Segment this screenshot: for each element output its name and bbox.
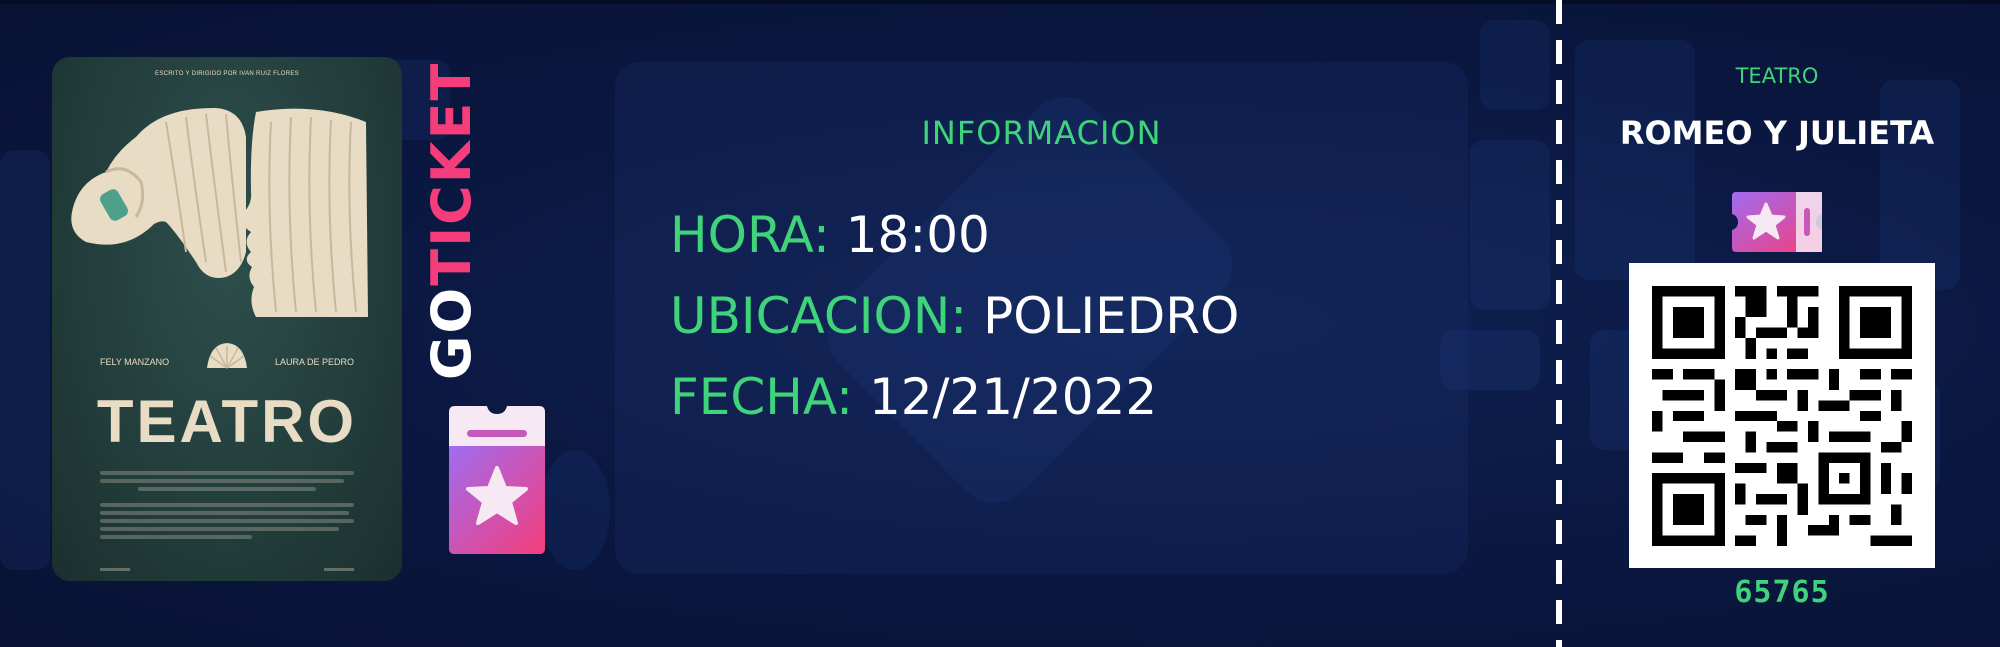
top-border [0, 0, 2000, 4]
info-row-fecha: FECHA: 12/21/2022 [670, 368, 1157, 426]
brand-logo: GOTICKET [417, 62, 487, 380]
bg-decoration [540, 450, 610, 570]
stub-event-title: ROMEO Y JULIETA [1619, 114, 1935, 152]
ticket-star-icon [1732, 192, 1822, 252]
info-title: INFORMACION [921, 114, 1162, 152]
qr-code [1629, 263, 1935, 568]
ticket-star-icon [449, 406, 545, 554]
bg-decoration [1470, 140, 1550, 310]
bg-decoration [1480, 20, 1550, 110]
info-value: POLIEDRO [983, 287, 1240, 345]
poster-actor-right: LAURA DE PEDRO [274, 357, 354, 367]
ticket-card: ESCRITO Y DIRIGIDO POR IVAN RUIZ FLORES … [0, 0, 2000, 647]
shell-icon [207, 343, 247, 369]
poster-footer [100, 568, 354, 571]
info-label: UBICACION: [670, 287, 968, 345]
qr-code-icon [1652, 286, 1912, 546]
poster-credit: ESCRITO Y DIRIGIDO POR IVAN RUIZ FLORES [155, 71, 299, 77]
stub-category: TEATRO [1735, 64, 1819, 88]
poster-title: TEATRO [96, 388, 358, 455]
bg-decoration [1880, 80, 1960, 290]
info-value: 18:00 [845, 206, 990, 264]
info-label: FECHA: [670, 368, 854, 426]
info-label: HORA: [670, 206, 830, 264]
brand-part-ticket: TICKET [420, 61, 483, 286]
info-row-ubicacion: UBICACION: POLIEDRO [670, 287, 1239, 345]
poster-actor-left: FELY MANZANO [100, 357, 170, 367]
info-row-hora: HORA: 18:00 [670, 206, 990, 264]
bg-decoration [0, 150, 50, 570]
brand-part-go: GO [420, 285, 483, 380]
ticket-code: 65765 [1734, 575, 1830, 610]
perforation-divider [1556, 0, 1562, 647]
poster-fine-print [100, 467, 354, 543]
info-value: 12/21/2022 [868, 368, 1158, 426]
event-poster: ESCRITO Y DIRIGIDO POR IVAN RUIZ FLORES … [52, 57, 402, 581]
poster-illustration [71, 107, 368, 318]
